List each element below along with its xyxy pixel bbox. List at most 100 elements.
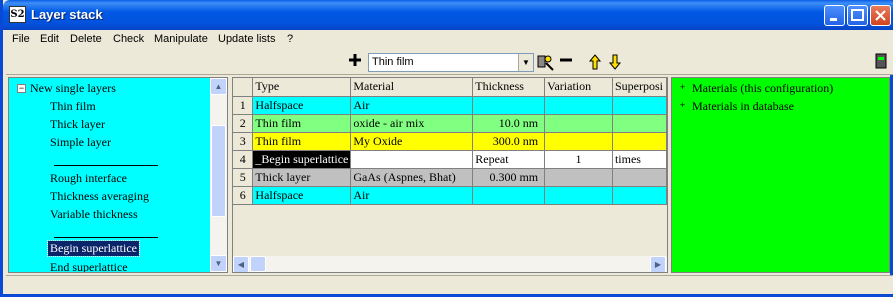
cell-superposition[interactable]: times	[612, 150, 667, 169]
cell-type[interactable]: Thin film	[252, 114, 352, 133]
cell-type[interactable]: _Begin superlattice	[252, 150, 352, 169]
table-row[interactable]: 1 Halfspace Air	[233, 96, 667, 115]
row-number: 3	[233, 132, 254, 151]
row-number: 2	[233, 114, 254, 133]
arrow-down-icon	[608, 54, 622, 70]
wizard-button[interactable]	[536, 53, 554, 71]
scroll-up-icon[interactable]: ▲	[210, 78, 227, 95]
arrow-up-icon	[588, 54, 602, 70]
add-layer-button[interactable]	[346, 53, 364, 71]
menu-update-lists[interactable]: Update lists	[218, 33, 275, 45]
tree-item-end-superlattice[interactable]: End superlattice	[50, 260, 128, 272]
plus-icon	[349, 54, 361, 66]
tree-item-materials-config[interactable]: Materials (this configuration)	[692, 81, 833, 96]
layer-type-tree[interactable]: − New single layers Thin film Thick laye…	[8, 77, 228, 273]
move-up-button[interactable]	[586, 53, 604, 71]
cell-superposition[interactable]	[612, 186, 667, 205]
cell-thickness[interactable]: Repeat	[472, 150, 546, 169]
tree-item-simple-layer[interactable]: Simple layer	[50, 135, 111, 150]
device-icon	[875, 53, 887, 69]
tree-item-variable-thickness[interactable]: Variable thickness	[50, 207, 138, 222]
tree-item-materials-database[interactable]: Materials in database	[692, 99, 794, 114]
cell-variation[interactable]	[544, 168, 613, 187]
cell-thickness[interactable]: 10.0 nm	[472, 114, 546, 133]
tree-item-thickness-averaging[interactable]: Thickness averaging	[50, 189, 149, 204]
row-number: 4	[233, 150, 254, 169]
expand-icon[interactable]: +	[678, 101, 687, 110]
scroll-left-icon[interactable]: ◀	[233, 256, 249, 272]
grid-horizontal-scrollbar[interactable]: ◀ ▶	[233, 256, 667, 272]
table-row[interactable]: 6 Halfspace Air	[233, 186, 667, 205]
cell-superposition[interactable]	[612, 132, 667, 151]
table-row[interactable]: 4 _Begin superlattice Repeat 1 times	[233, 150, 667, 169]
cell-variation[interactable]	[544, 96, 613, 115]
menu-edit[interactable]: Edit	[40, 33, 59, 45]
materials-tree[interactable]: + Materials (this configuration) + Mater…	[671, 77, 890, 273]
cell-material[interactable]: My Oxide	[350, 132, 474, 151]
header-thickness[interactable]: Thickness	[472, 78, 546, 97]
cell-variation[interactable]	[544, 114, 613, 133]
scroll-thumb[interactable]	[211, 125, 226, 217]
remove-layer-button[interactable]	[557, 53, 575, 71]
close-icon	[875, 10, 886, 21]
cell-superposition[interactable]	[612, 168, 667, 187]
menu-check[interactable]: Check	[113, 33, 144, 45]
layer-type-value: Thin film	[372, 56, 414, 68]
menu-file[interactable]: File	[12, 33, 30, 45]
menu-manipulate[interactable]: Manipulate	[154, 33, 208, 45]
title-bar[interactable]: S2 Layer stack	[3, 0, 893, 30]
scroll-right-icon[interactable]: ▶	[650, 256, 666, 272]
cell-type[interactable]: Halfspace	[252, 96, 352, 115]
cell-material[interactable]: Air	[350, 186, 474, 205]
cell-material[interactable]: GaAs (Aspnes, Bhat)	[350, 168, 474, 187]
cell-variation[interactable]	[544, 132, 613, 151]
table-row[interactable]: 5 Thick layer GaAs (Aspnes, Bhat) 0.300 mm	[233, 168, 667, 187]
tree-root-label[interactable]: New single layers	[30, 81, 116, 96]
header-type[interactable]: Type	[252, 78, 352, 97]
minimize-button[interactable]	[824, 5, 845, 26]
table-row[interactable]: 2 Thin film oxide - air mix 10.0 nm	[233, 114, 667, 133]
layer-stack-grid[interactable]: Type Material Thickness Variation Superp…	[232, 77, 668, 273]
cell-type[interactable]: Thin film	[252, 132, 352, 151]
minimize-icon	[830, 18, 837, 21]
close-button[interactable]	[870, 5, 891, 26]
collapse-icon[interactable]: −	[17, 84, 26, 93]
cell-variation[interactable]: 1	[544, 150, 613, 169]
tree-item-thick-layer[interactable]: Thick layer	[50, 117, 105, 132]
scroll-down-icon[interactable]: ▼	[210, 255, 227, 272]
wizard-icon	[537, 55, 554, 71]
minus-icon	[560, 58, 572, 62]
cell-thickness[interactable]	[472, 186, 546, 205]
header-superposition[interactable]: Superposi	[612, 78, 667, 97]
cell-material[interactable]: Air	[350, 96, 474, 115]
menu-bar: File Edit Delete Check Manipulate Update…	[6, 30, 893, 49]
cell-superposition[interactable]	[612, 114, 667, 133]
menu-delete[interactable]: Delete	[70, 33, 102, 45]
dropdown-arrow-icon[interactable]: ▼	[518, 54, 533, 71]
expand-icon[interactable]: +	[678, 83, 687, 92]
tree-vertical-scrollbar[interactable]: ▲ ▼	[210, 78, 227, 272]
header-variation[interactable]: Variation	[544, 78, 613, 97]
cell-thickness[interactable]: 300.0 nm	[472, 132, 546, 151]
cell-superposition[interactable]	[612, 96, 667, 115]
cell-material[interactable]: oxide - air mix	[350, 114, 474, 133]
header-material[interactable]: Material	[350, 78, 474, 97]
menu-help[interactable]: ?	[287, 33, 293, 45]
cell-material[interactable]	[350, 150, 474, 169]
cell-thickness[interactable]	[472, 96, 546, 115]
row-number: 1	[233, 96, 254, 115]
cell-thickness[interactable]: 0.300 mm	[472, 168, 546, 187]
tree-item-rough-interface[interactable]: Rough interface	[50, 171, 127, 186]
tree-item-thin-film[interactable]: Thin film	[50, 99, 96, 114]
maximize-button[interactable]	[847, 5, 868, 26]
cell-type[interactable]: Halfspace	[252, 186, 352, 205]
maximize-icon	[851, 9, 864, 21]
device-button[interactable]	[872, 53, 890, 71]
table-row[interactable]: 3 Thin film My Oxide 300.0 nm	[233, 132, 667, 151]
move-down-button[interactable]	[606, 53, 624, 71]
layer-type-select[interactable]: Thin film ▼	[368, 53, 534, 72]
cell-variation[interactable]	[544, 186, 613, 205]
tree-item-begin-superlattice[interactable]: Begin superlattice	[47, 240, 140, 257]
scroll-thumb[interactable]	[250, 256, 266, 272]
cell-type[interactable]: Thick layer	[252, 168, 352, 187]
